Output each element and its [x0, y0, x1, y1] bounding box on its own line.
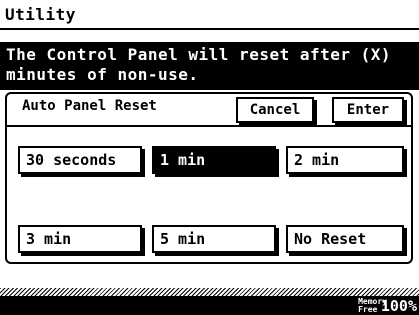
- enter-button[interactable]: Enter: [332, 97, 404, 123]
- option-1-min-button[interactable]: 1 min: [152, 146, 276, 174]
- message-banner: The Control Panel will reset after (X) m…: [0, 42, 419, 90]
- status-bar: [0, 296, 419, 315]
- panel-title: Auto Panel Reset: [22, 98, 157, 114]
- memory-free-value: 100%: [380, 297, 417, 315]
- message-line-2: minutes of non-use.: [6, 65, 199, 84]
- message-line-1: The Control Panel will reset after (X): [6, 45, 392, 64]
- panel-divider: [5, 125, 413, 127]
- option-5-min-button[interactable]: 5 min: [152, 225, 276, 253]
- screen-title: Utility: [0, 0, 419, 30]
- cancel-button[interactable]: Cancel: [236, 97, 314, 123]
- option-2-min-button[interactable]: 2 min: [286, 146, 404, 174]
- hatched-divider: [0, 288, 419, 296]
- utility-screen: Utility The Control Panel will reset aft…: [0, 0, 419, 315]
- option-3-min-button[interactable]: 3 min: [18, 225, 142, 253]
- option-no-reset-button[interactable]: No Reset: [286, 225, 404, 253]
- option-30-seconds-button[interactable]: 30 seconds: [18, 146, 142, 174]
